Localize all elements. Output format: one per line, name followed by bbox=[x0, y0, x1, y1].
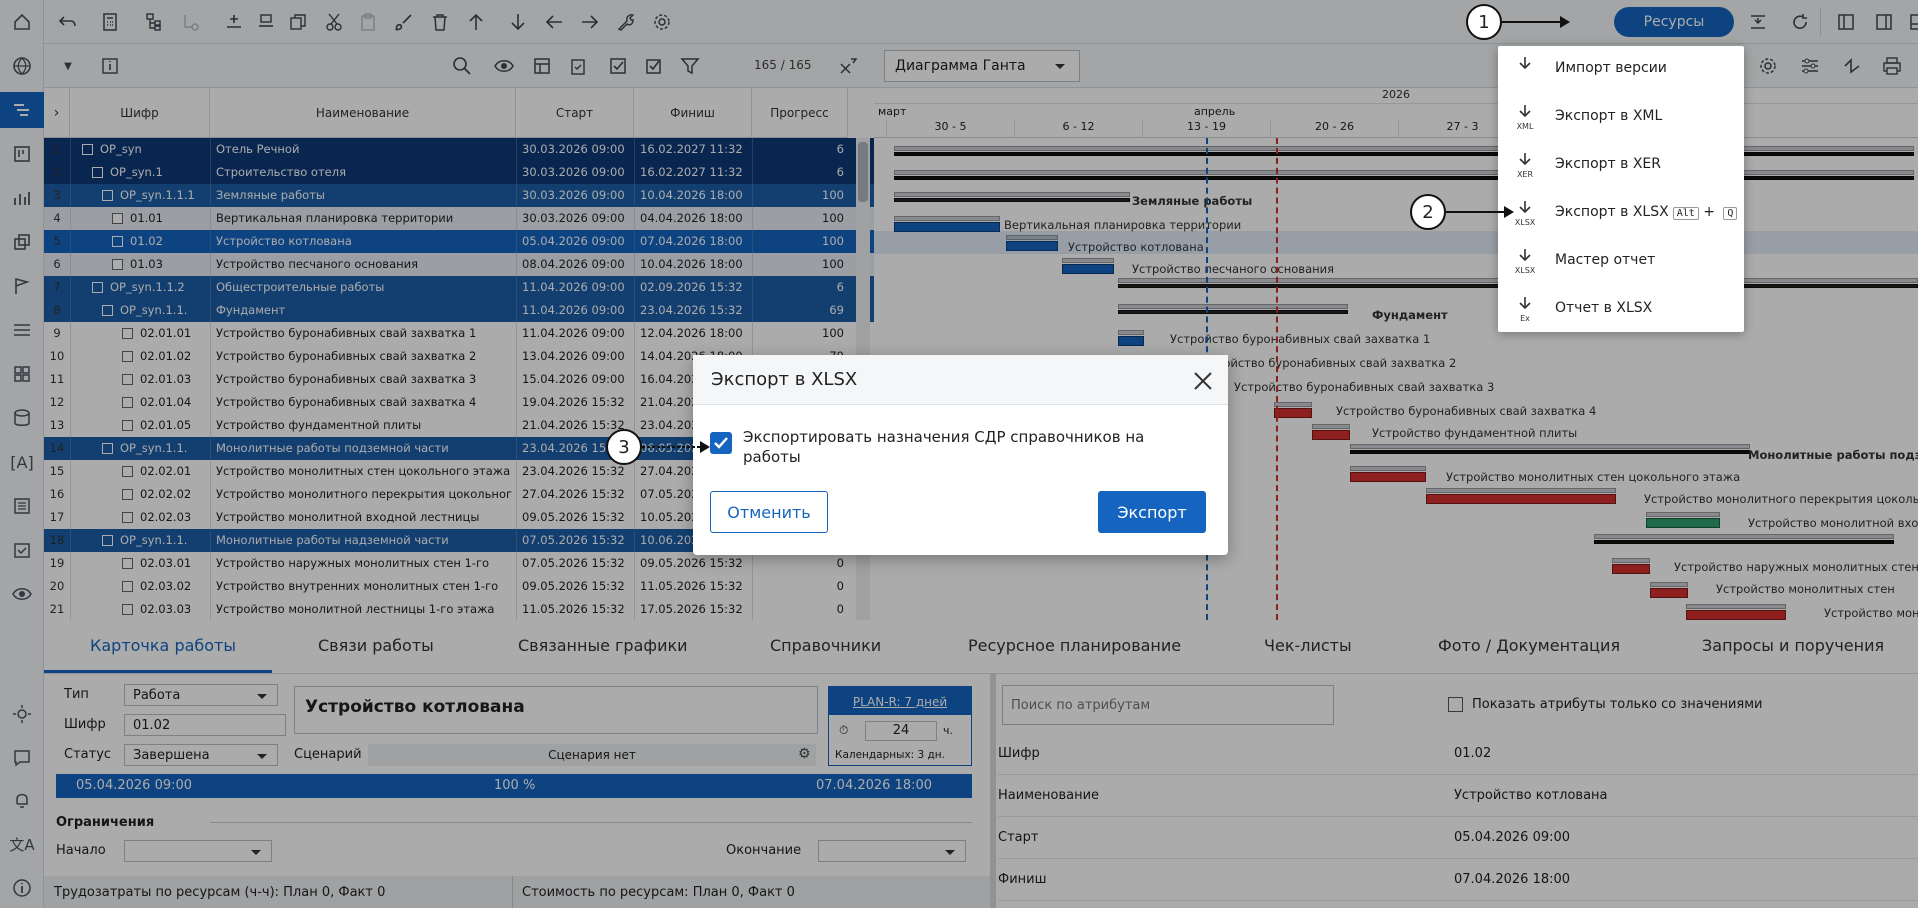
menu-item-label: Мастер отчет bbox=[1555, 252, 1656, 268]
callout-arrow-1 bbox=[1502, 16, 1570, 28]
menu-item-label: Отчет в XLSX bbox=[1555, 300, 1653, 316]
menu-item-format: XLSX bbox=[1514, 266, 1536, 275]
export-assignments-checkbox[interactable] bbox=[710, 432, 732, 454]
menu-item-format: Ex bbox=[1520, 314, 1530, 323]
menu-item-report-wizard[interactable]: XLSX Мастер отчет bbox=[1498, 238, 1744, 286]
menu-item-format: XER bbox=[1516, 170, 1534, 179]
menu-item-export-xlsx[interactable]: XLSX Экспорт в XLSX Alt + Q bbox=[1498, 190, 1744, 238]
export-xml-icon: XML bbox=[1512, 104, 1538, 132]
report-xlsx-icon: Ex bbox=[1512, 296, 1538, 324]
dialog-title: Экспорт в XLSX bbox=[711, 369, 858, 390]
close-icon[interactable] bbox=[1191, 369, 1215, 393]
callout-arrow-2 bbox=[1446, 206, 1514, 218]
export-button[interactable]: Экспорт bbox=[1098, 491, 1206, 533]
shortcut-plus: + bbox=[1703, 204, 1715, 220]
menu-item-label: Экспорт в XLSX bbox=[1555, 204, 1669, 220]
shortcut-key-q: Q bbox=[1723, 207, 1738, 220]
export-assignments-label: Экспортировать назначения СДР справочник… bbox=[743, 428, 1145, 466]
callout-2: 2 bbox=[1410, 194, 1446, 230]
menu-item-export-xer[interactable]: XER Экспорт в XER bbox=[1498, 142, 1744, 190]
report-wizard-icon: XLSX bbox=[1512, 248, 1538, 276]
export-xer-icon: XER bbox=[1512, 152, 1538, 180]
cancel-button[interactable]: Отменить bbox=[710, 491, 828, 533]
menu-item-format: XML bbox=[1516, 122, 1534, 131]
export-xlsx-dialog: Экспорт в XLSX Экспортировать назначения… bbox=[693, 355, 1228, 555]
menu-item-download[interactable]: Импорт версии bbox=[1498, 46, 1744, 94]
menu-item-report-xlsx[interactable]: Ex Отчет в XLSX bbox=[1498, 286, 1744, 334]
callout-1: 1 bbox=[1466, 4, 1502, 40]
callout-3: 3 bbox=[606, 429, 642, 465]
resources-menu: Импорт версии XML Экспорт в XML XER Экспорт … bbox=[1498, 46, 1744, 332]
dialog-header: Экспорт в XLSX bbox=[693, 355, 1228, 405]
menu-item-export-xml[interactable]: XML Экспорт в XML bbox=[1498, 94, 1744, 142]
menu-item-label: Импорт версии bbox=[1555, 60, 1667, 76]
download-icon bbox=[1512, 56, 1538, 84]
callout-arrow-3 bbox=[642, 441, 710, 453]
menu-item-label: Экспорт в XML bbox=[1555, 108, 1663, 124]
shortcut-key-alt: Alt bbox=[1672, 207, 1699, 220]
menu-item-label: Экспорт в XER bbox=[1555, 156, 1662, 172]
